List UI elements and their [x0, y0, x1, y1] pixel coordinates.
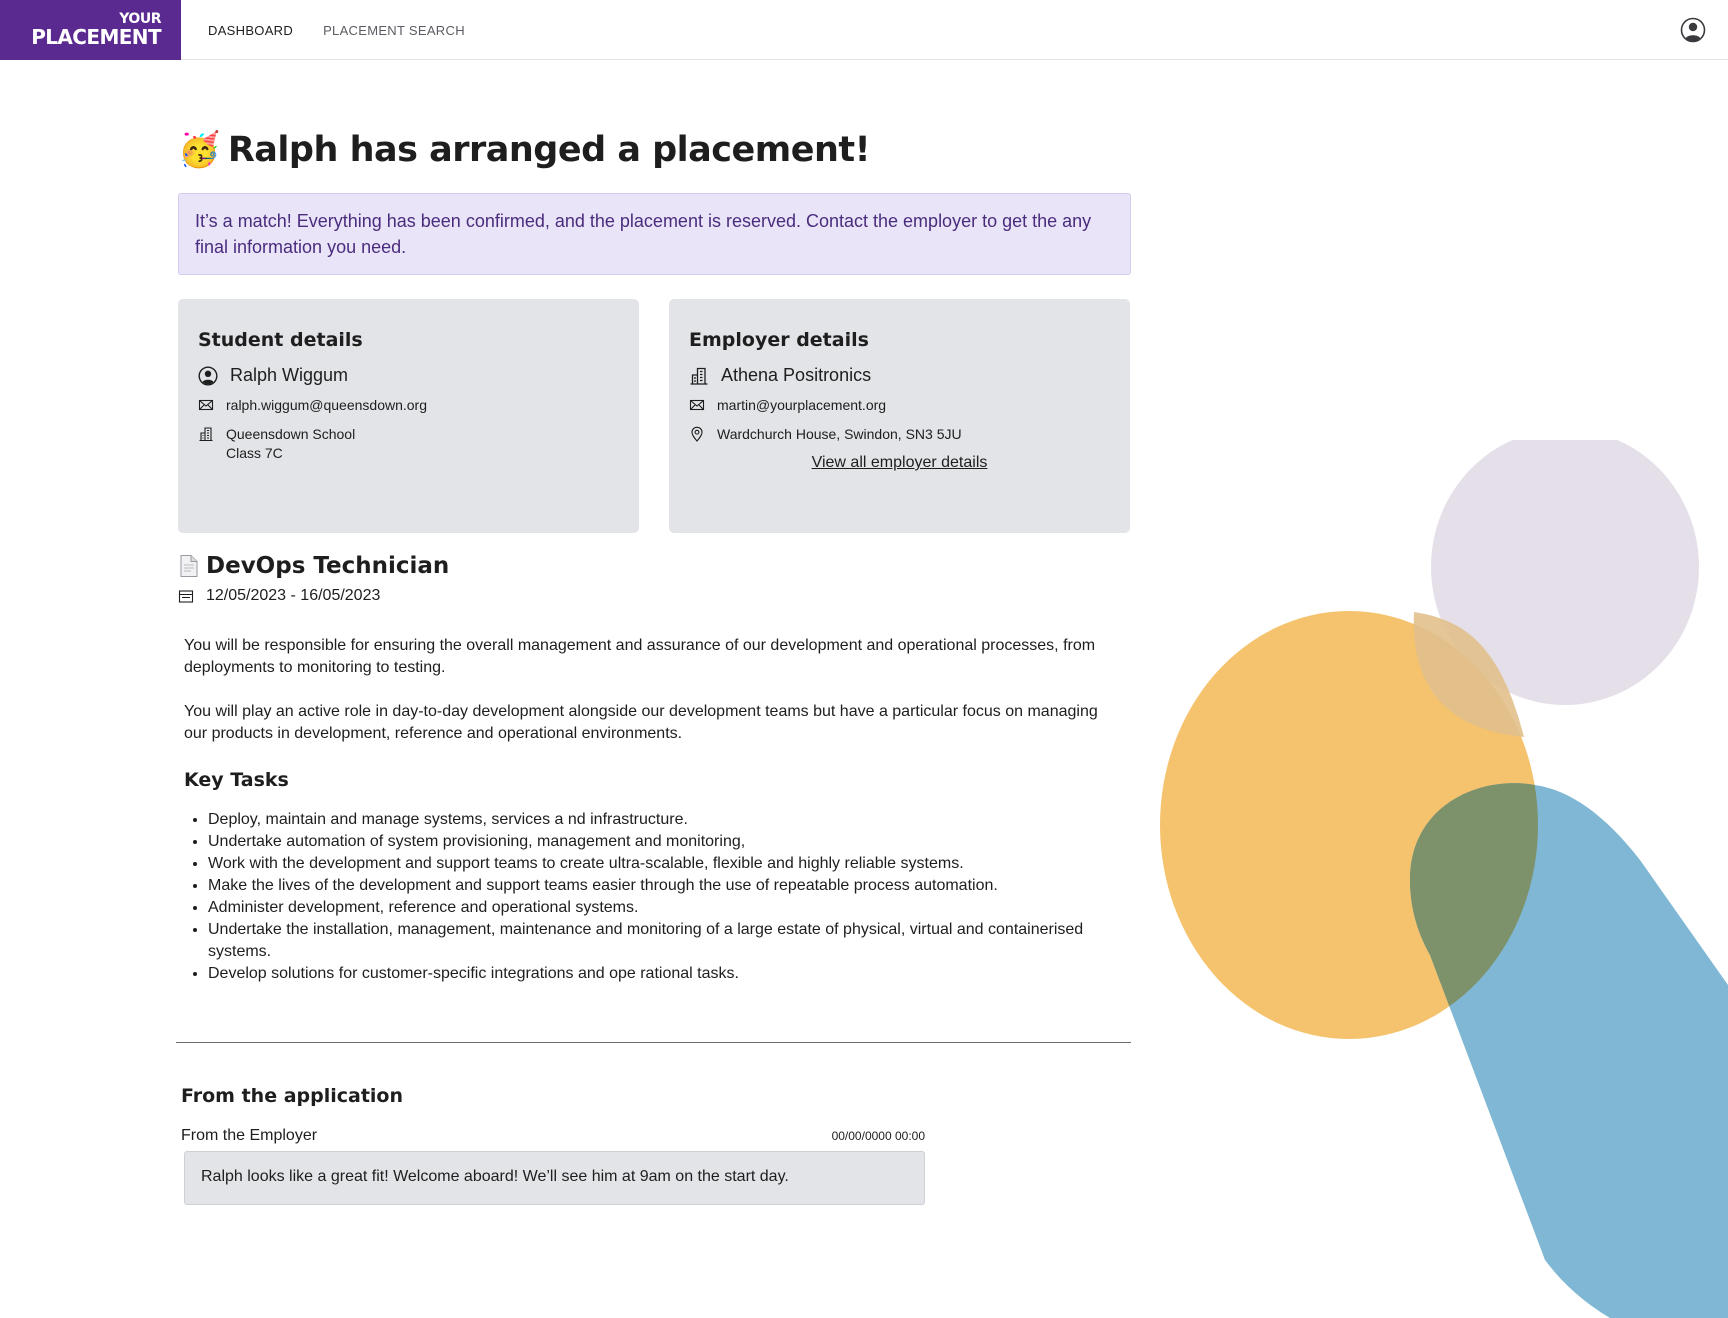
role-description: You will be responsible for ensuring the… — [178, 635, 1108, 985]
list-item: Deploy, maintain and manage systems, ser… — [208, 809, 1108, 831]
list-item: Develop solutions for customer-specific … — [208, 963, 1108, 985]
role-title-text: DevOps Technician — [206, 553, 450, 579]
location-pin-icon — [691, 426, 703, 442]
list-item: Work with the development and support te… — [208, 853, 1108, 875]
section-divider — [176, 1042, 1131, 1043]
list-item: Undertake the installation, management, … — [208, 919, 1108, 963]
page-title: 🥳 Ralph has arranged a placement! — [178, 120, 1133, 180]
key-tasks-list: Deploy, maintain and manage systems, ser… — [184, 809, 1108, 985]
logo-line-2: PLACEMENT — [31, 25, 161, 49]
role-paragraph-2: You will play an active role in day-to-d… — [184, 703, 1098, 742]
employer-name-row: Athena Positronics — [689, 365, 1110, 386]
role-section: DevOps Technician 12/05/2023 - 16/05/202… — [178, 553, 1133, 985]
student-details-card: Student details Ralph Wiggum ralph.wiggu… — [178, 299, 639, 533]
view-employer-details-link[interactable]: View all employer details — [689, 454, 1110, 472]
match-confirmation-banner: It’s a match! Everything has been confir… — [178, 193, 1131, 275]
employer-message: Ralph looks like a great fit! Welcome ab… — [184, 1151, 925, 1205]
nav-item-dashboard[interactable]: DASHBOARD — [208, 23, 293, 38]
calendar-icon — [178, 590, 194, 603]
list-item: Administer development, reference and op… — [208, 897, 1108, 919]
person-circle-icon — [198, 366, 218, 386]
account-circle-icon[interactable] — [1680, 17, 1706, 43]
envelope-icon — [198, 399, 214, 411]
application-section: From the application From the Employer 0… — [181, 1085, 925, 1205]
student-name: Ralph Wiggum — [230, 365, 349, 385]
app-logo[interactable]: YOUR PLACEMENT — [0, 0, 181, 60]
employer-email[interactable]: martin@yourplacement.org — [717, 396, 886, 415]
message-sender: From the Employer — [181, 1127, 318, 1144]
student-name-row: Ralph Wiggum — [198, 365, 619, 386]
list-item: Undertake automation of system provision… — [208, 831, 1108, 853]
decorative-shapes — [1150, 440, 1728, 1318]
deco-blue-pill — [1410, 783, 1728, 1318]
deco-orange-circle — [1160, 611, 1538, 1039]
employer-email-row: martin@yourplacement.org — [689, 396, 1110, 415]
employer-name: Athena Positronics — [721, 365, 872, 385]
document-icon — [180, 555, 198, 577]
role-dates: 12/05/2023 - 16/05/2023 — [178, 587, 1133, 605]
employer-address-row: Wardchurch House, Swindon, SN3 5JU — [689, 425, 1110, 444]
list-item: Make the lives of the development and su… — [208, 875, 1108, 897]
deco-lilac-circle — [1431, 440, 1699, 705]
building-icon — [199, 427, 213, 442]
party-face-icon: 🥳 — [178, 130, 220, 170]
top-navigation-bar: YOUR PLACEMENT DASHBOARD PLACEMENT SEARC… — [0, 0, 1728, 60]
details-cards: Student details Ralph Wiggum ralph.wiggu… — [178, 299, 1133, 533]
nav-item-placement-search[interactable]: PLACEMENT SEARCH — [323, 23, 465, 38]
envelope-icon — [689, 399, 705, 411]
main-nav: DASHBOARD PLACEMENT SEARCH — [208, 0, 465, 60]
student-email[interactable]: ralph.wiggum@queensdown.org — [226, 396, 427, 415]
employer-details-card: Employer details Athena Positronics mart… — [669, 299, 1130, 533]
role-paragraph-1: You will be responsible for ensuring the… — [184, 637, 1096, 676]
student-email-row: ralph.wiggum@queensdown.org — [198, 396, 619, 415]
employer-details-heading: Employer details — [689, 329, 869, 351]
student-details-heading: Student details — [198, 329, 363, 351]
building-icon — [690, 367, 708, 385]
student-class: Class 7C — [226, 445, 283, 461]
page-title-text: Ralph has arranged a placement! — [227, 130, 871, 170]
role-title: DevOps Technician — [178, 553, 1133, 579]
key-tasks-heading: Key Tasks — [184, 769, 289, 791]
role-dates-text: 12/05/2023 - 16/05/2023 — [206, 587, 381, 604]
main-content: 🥳 Ralph has arranged a placement! It’s a… — [178, 120, 1133, 985]
student-school-row: Queensdown School Class 7C — [198, 425, 619, 463]
student-school: Queensdown School — [226, 426, 356, 442]
message-header: From the Employer 00/00/0000 00:00 — [181, 1127, 925, 1145]
employer-address: Wardchurch House, Swindon, SN3 5JU — [717, 426, 962, 442]
application-heading: From the application — [181, 1085, 404, 1107]
message-timestamp: 00/00/0000 00:00 — [831, 1129, 925, 1143]
deco-lilac-orange-overlap — [1413, 612, 1524, 737]
